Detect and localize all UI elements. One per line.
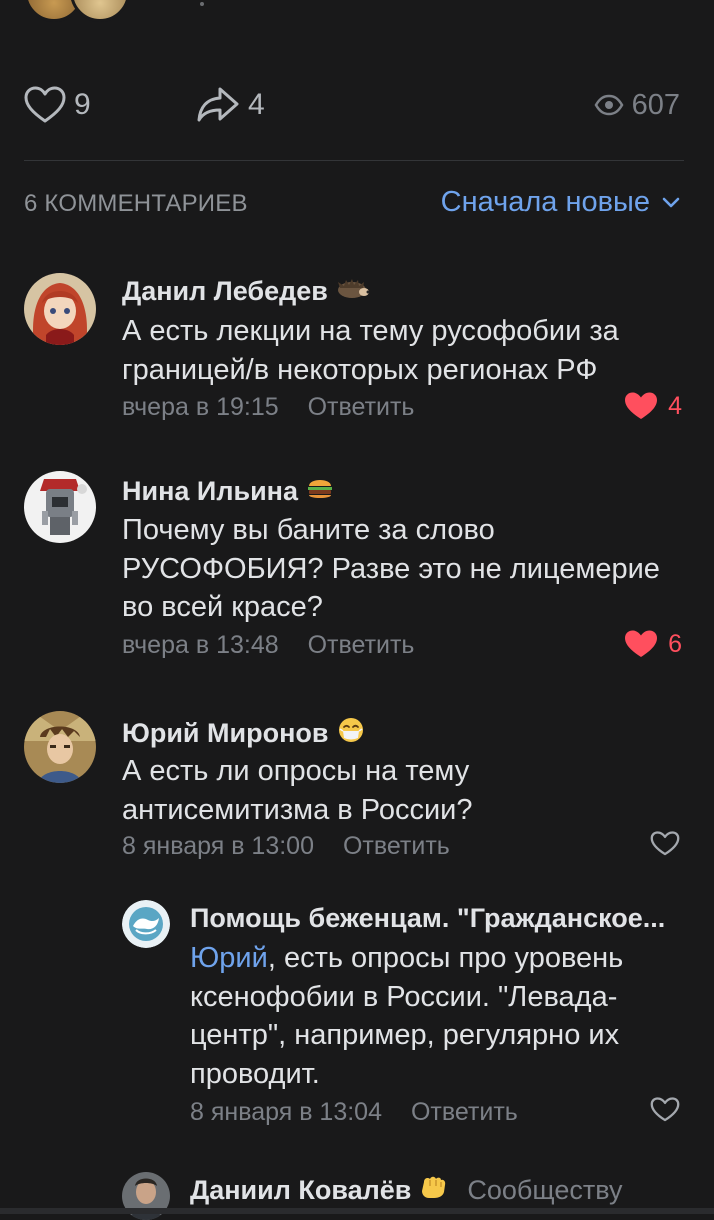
comment-time: вчера в 19:15: [122, 393, 279, 421]
comment-time: вчера в 13:48: [122, 631, 279, 659]
like-button[interactable]: 9: [24, 80, 91, 130]
like-count: 9: [74, 88, 91, 121]
burger-badge-icon: [306, 475, 334, 508]
avatar[interactable]: [24, 471, 96, 543]
author-name: Юрий Миронов: [122, 718, 329, 748]
comments-count-title: 6 КОММЕНТАРИЕВ: [24, 190, 248, 217]
heart-icon: [625, 630, 658, 657]
comment-reply: Помощь беженцам. "Гражданское... Юрий, е…: [0, 896, 714, 1136]
sort-dropdown[interactable]: Сначала новые: [441, 186, 680, 219]
post-attachment-avatars: [24, 0, 134, 22]
comment: Юрий Миронов А есть ли опросы на тему ан…: [0, 708, 714, 868]
eye-icon: [594, 94, 624, 116]
post-actions-bar: 9 4 607: [0, 80, 714, 130]
hedgehog-badge-icon: [336, 276, 370, 307]
comment-meta: 8 января в 13:04 Ответить: [190, 1098, 518, 1127]
comment-text: А есть ли опросы на тему антисемитизма в…: [122, 755, 473, 826]
comment-like-button[interactable]: [650, 830, 680, 857]
comment-text: Юрий, есть опросы про уровень ксенофобии…: [190, 939, 650, 1093]
comment-author[interactable]: Даниил Ковалёв Сообществу: [190, 1174, 622, 1207]
community-label: Сообществу: [467, 1175, 623, 1205]
comment-time: 8 января в 13:04: [190, 1098, 382, 1126]
reply-button[interactable]: Ответить: [411, 1098, 518, 1126]
comment-author[interactable]: Данил Лебедев: [122, 276, 370, 307]
reply-button[interactable]: Ответить: [308, 631, 415, 659]
comment-author[interactable]: Нина Ильина: [122, 475, 334, 508]
comment: Нина Ильина Почему вы баните за слово РУ…: [0, 468, 714, 668]
comment-reply: Даниил Ковалёв Сообществу: [0, 1164, 714, 1220]
comment: Данил Лебедев А есть лекции на тему русо…: [0, 270, 714, 430]
share-button[interactable]: 4: [196, 80, 265, 130]
avatar[interactable]: [24, 711, 96, 783]
comment-like-count: 4: [668, 391, 682, 420]
comment-like-count: 6: [668, 629, 682, 658]
share-icon: [197, 87, 239, 122]
avatar[interactable]: [122, 900, 170, 948]
comment-text: Почему вы баните за слово РУСОФОБИЯ? Раз…: [122, 514, 660, 623]
author-name: Нина Ильина: [122, 476, 299, 506]
comment-meta: 8 января в 13:00 Ответить: [122, 832, 450, 861]
author-name: Даниил Ковалёв: [190, 1175, 412, 1205]
views-counter: 607: [594, 80, 680, 130]
author-name: Данил Лебедев: [122, 276, 328, 306]
comment-time: 8 января в 13:00: [122, 832, 314, 860]
fist-badge-icon: [419, 1174, 447, 1207]
mask-smile-badge-icon: [337, 716, 365, 751]
comment-author[interactable]: Помощь беженцам. "Гражданское...: [190, 903, 665, 934]
heart-icon: [650, 1097, 680, 1122]
reply-button[interactable]: Ответить: [308, 393, 415, 421]
bottom-edge: [0, 1208, 714, 1214]
comment-author[interactable]: Юрий Миронов: [122, 716, 365, 751]
avatar: [70, 0, 130, 22]
separator-dot: [200, 2, 204, 6]
comment-like-button[interactable]: 6: [624, 629, 682, 659]
reply-button[interactable]: Ответить: [343, 832, 450, 860]
chevron-down-icon: [662, 197, 680, 207]
mention-link[interactable]: Юрий: [190, 942, 268, 974]
comment-meta: вчера в 13:48 Ответить: [122, 631, 414, 660]
comment-meta: вчера в 19:15 Ответить: [122, 393, 414, 422]
sort-label: Сначала новые: [440, 186, 650, 218]
heart-icon: [24, 86, 66, 123]
avatar[interactable]: [24, 273, 96, 345]
divider: [24, 160, 684, 161]
comment-text: А есть лекции на тему русофобии за грани…: [122, 315, 619, 386]
share-count: 4: [248, 88, 265, 121]
heart-icon: [625, 392, 658, 419]
comment-like-button[interactable]: 4: [624, 391, 682, 421]
heart-icon: [650, 831, 680, 856]
comments-header: 6 КОММЕНТАРИЕВ Сначала новые: [0, 182, 714, 226]
views-count: 607: [631, 88, 680, 121]
author-name: Помощь беженцам. "Гражданское...: [190, 903, 666, 933]
comment-like-button[interactable]: [650, 1096, 680, 1123]
